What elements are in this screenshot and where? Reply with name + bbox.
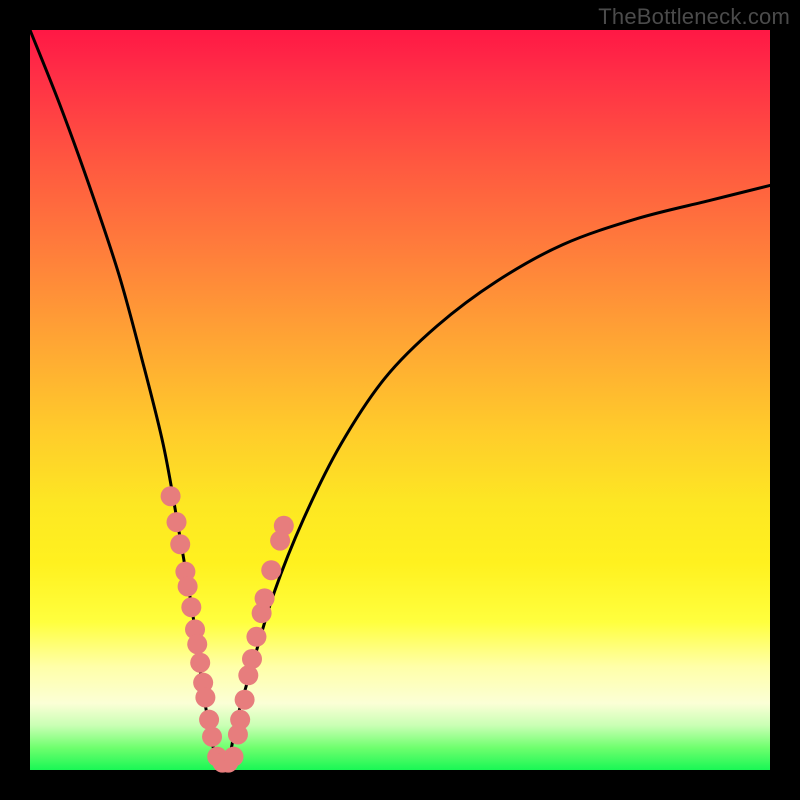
data-marker — [181, 597, 201, 617]
plot-area — [30, 30, 770, 770]
curve-path — [30, 30, 770, 770]
data-marker — [167, 512, 187, 532]
data-marker — [261, 560, 281, 580]
data-marker — [170, 534, 190, 554]
bottleneck-curve — [30, 30, 770, 770]
data-marker — [161, 486, 181, 506]
marker-layer — [161, 486, 294, 772]
data-marker — [235, 690, 255, 710]
data-marker — [255, 588, 275, 608]
data-marker — [246, 627, 266, 647]
data-marker — [178, 576, 198, 596]
data-marker — [230, 710, 250, 730]
data-marker — [274, 516, 294, 536]
chart-svg — [30, 30, 770, 770]
data-marker — [224, 747, 244, 767]
data-marker — [187, 634, 207, 654]
data-marker — [190, 653, 210, 673]
data-marker — [199, 710, 219, 730]
data-marker — [202, 727, 222, 747]
data-marker — [195, 687, 215, 707]
chart-stage: TheBottleneck.com — [0, 0, 800, 800]
data-marker — [242, 649, 262, 669]
watermark-text: TheBottleneck.com — [598, 4, 790, 30]
